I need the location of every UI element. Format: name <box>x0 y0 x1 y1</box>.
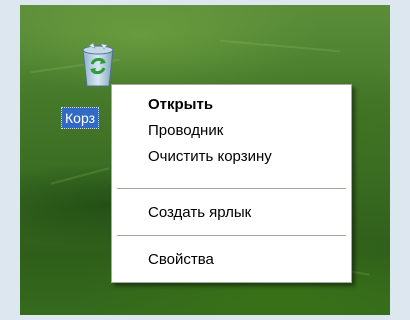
menu-item-properties[interactable]: Свойства <box>112 249 351 271</box>
screenshot-frame: Корз Открыть Проводник Очистить корзину … <box>0 0 410 320</box>
menu-separator <box>117 188 346 189</box>
grass-detail <box>50 167 110 185</box>
menu-separator <box>117 235 346 236</box>
recycle-bin-icon-graphic <box>82 42 114 87</box>
menu-item-empty-recycle-bin[interactable]: Очистить корзину <box>112 146 351 168</box>
menu-item-create-shortcut[interactable]: Создать ярлык <box>112 202 351 224</box>
context-menu: Открыть Проводник Очистить корзину Созда… <box>111 84 352 283</box>
menu-item-open[interactable]: Открыть <box>112 94 351 116</box>
desktop[interactable]: Корз Открыть Проводник Очистить корзину … <box>20 5 390 315</box>
recycle-bin-label[interactable]: Корз <box>61 107 99 129</box>
menu-item-explorer[interactable]: Проводник <box>112 120 351 142</box>
grass-detail <box>220 39 340 53</box>
recycle-bin-icon[interactable] <box>77 42 119 88</box>
